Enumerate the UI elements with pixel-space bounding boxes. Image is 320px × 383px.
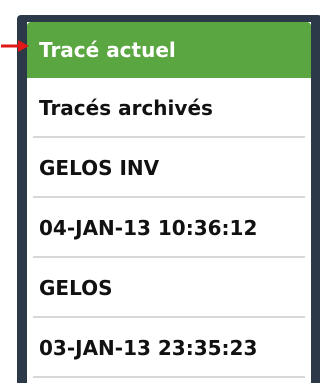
menu-item-current-track[interactable]: Tracé actuel xyxy=(27,22,311,78)
screenshot-stage: Tracé actuel Tracés archivés GELOS INV 0… xyxy=(0,0,320,383)
menu-item-label: 03-JAN-13 23:35:23 xyxy=(39,336,258,360)
red-arrow-icon xyxy=(1,40,29,52)
menu-item-gelos[interactable]: GELOS xyxy=(27,258,311,318)
device-screen: Tracé actuel Tracés archivés GELOS INV 0… xyxy=(27,22,311,383)
menu-item-track-04-jan[interactable]: 04-JAN-13 10:36:12 xyxy=(27,198,311,258)
menu-item-label: Tracé actuel xyxy=(39,38,176,62)
menu-item-label: 04-JAN-13 10:36:12 xyxy=(39,216,258,240)
menu-item-label: GELOS xyxy=(39,276,113,300)
tracks-menu: Tracé actuel Tracés archivés GELOS INV 0… xyxy=(27,22,311,378)
divider xyxy=(33,376,305,378)
menu-item-label: GELOS INV xyxy=(39,156,160,180)
menu-item-label: Tracés archivés xyxy=(39,96,213,120)
menu-item-archived-tracks[interactable]: Tracés archivés xyxy=(27,78,311,138)
menu-item-track-03-jan[interactable]: 03-JAN-13 23:35:23 xyxy=(27,318,311,378)
menu-item-gelos-inv[interactable]: GELOS INV xyxy=(27,138,311,198)
